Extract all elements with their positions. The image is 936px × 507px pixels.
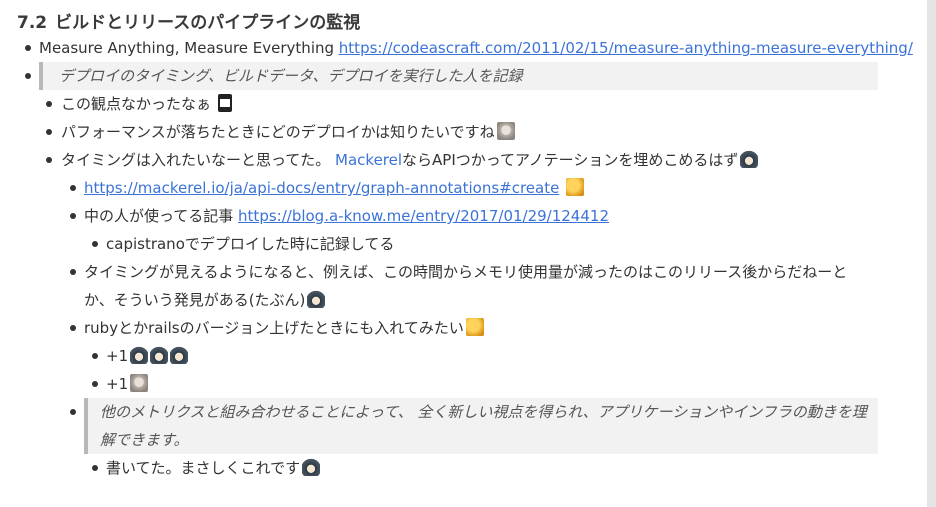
avatar-character-icon [150,346,169,364]
avatar-character-icon [740,150,759,168]
list-item-text: Measure Anything, Measure Everything [39,39,335,57]
bullet [25,73,31,79]
bullet [70,185,76,191]
mackerel-api-link[interactable]: https://mackerel.io/ja/api-docs/entry/gr… [84,179,559,197]
bullet [46,129,52,135]
avatar-face-icon [130,374,149,392]
comment-text: rubyとかrailsのバージョン上げたときにも入れてみたい [84,319,464,337]
section-title: ビルドとリリースのパイプラインの監視 [55,13,361,33]
comment-item: +1 [106,342,189,370]
comment-text: タイミングは入れたいなーと思ってた。 [61,151,331,169]
section-number: 7.2 [17,13,48,33]
bullet [70,409,76,415]
avatar-character-icon [130,346,149,364]
blockquote-metrics: 他のメトリクスと組み合わせることによって、 全く新しい視点を得られ、アプリケーシ… [84,398,878,454]
comment-item: rubyとかrailsのバージョン上げたときにも入れてみたい [84,314,484,342]
hourglass-icon [217,94,232,112]
bullet [46,101,52,107]
comment-item: 書いてた。まさしくこれです [106,454,321,482]
bullet [46,157,52,163]
comment-text: この観点なかったなぁ [61,95,212,113]
bullet [70,269,76,275]
duck-icon [465,318,484,336]
mackerel-link[interactable]: Mackerel [335,151,402,169]
comment-text: +1 [106,347,129,365]
comment-item: タイミングは入れたいなーと思ってた。 MackerelならAPIつかってアノテー… [61,146,759,174]
comment-item-continued: か、そういう発見がある(たぶん) [84,286,326,314]
bullet [92,241,98,247]
avatar-character-icon [302,458,321,476]
comment-text: か、そういう発見がある(たぶん) [84,291,306,309]
comment-item: この観点なかったなぁ [61,90,232,118]
scrollbar[interactable] [927,0,936,507]
comment-text: capistranoでデプロイした時に記録してる [106,235,395,253]
blockquote-deploy: デプロイのタイミング、ビルドデータ、デプロイを実行した人を記録 [39,62,878,90]
section-heading: 7.2 ビルドとリリースのパイプラインの監視 [17,8,360,33]
list-item-measure: Measure Anything, Measure Everything htt… [39,34,913,62]
comment-text: パフォーマンスが落ちたときにどのデプロイかは知りたいですね [61,123,495,141]
blockquote-text: 解できます。 [100,431,189,449]
bullet [92,353,98,359]
measure-link[interactable]: https://codeascraft.com/2011/02/15/measu… [339,39,913,57]
page: 7.2 ビルドとリリースのパイプラインの監視 Measure Anything, … [0,0,936,507]
bullet [25,45,31,51]
comment-item: capistranoでデプロイした時に記録してる [106,230,394,258]
blockquote-text: 他のメトリクスと組み合わせることによって、 全く新しい視点を得られ、アプリケーシ… [100,403,867,421]
bullet [92,465,98,471]
comment-item: 中の人が使ってる記事 https://blog.a-know.me/entry/… [84,202,609,230]
avatar-face-icon [496,122,515,140]
comment-item: パフォーマンスが落ちたときにどのデプロイかは知りたいですね [61,118,515,146]
avatar-character-icon [170,346,189,364]
comment-text: 書いてた。まさしくこれです [106,459,301,477]
comment-item: +1 [106,370,149,398]
bullet [70,325,76,331]
comment-item: タイミングが見えるようになると、例えば、この時間からメモリ使用量が減ったのはこの… [84,258,847,286]
bullet [92,381,98,387]
blog-link[interactable]: https://blog.a-know.me/entry/2017/01/29/… [238,207,609,225]
avatar-character-icon [307,290,326,308]
comment-text: 中の人が使ってる記事 [84,207,234,225]
comment-text: ならAPIつかってアノテーションを埋めこめるはず [402,151,739,169]
comment-text: タイミングが見えるようになると、例えば、この時間からメモリ使用量が減ったのはこの… [84,263,848,281]
comment-item: https://mackerel.io/ja/api-docs/entry/gr… [84,174,585,202]
blockquote-text: デプロイのタイミング、ビルドデータ、デプロイを実行した人を記録 [59,67,523,85]
duck-icon [566,178,585,196]
bullet [70,213,76,219]
comment-text: +1 [106,375,129,393]
